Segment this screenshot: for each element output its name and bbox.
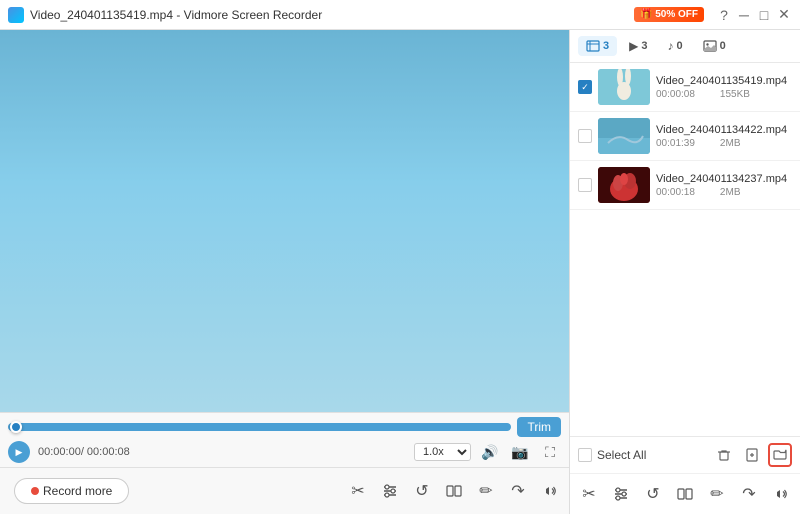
select-all-checkbox[interactable] xyxy=(578,448,592,462)
r-flip-tool[interactable]: ↷ xyxy=(736,480,762,508)
tab-video[interactable]: 3 xyxy=(578,36,617,56)
file-meta-2: 00:01:39 2MB xyxy=(656,138,792,149)
folder-icon[interactable] xyxy=(768,443,792,467)
r-split-tool[interactable] xyxy=(672,480,698,508)
tab-image[interactable]: 0 xyxy=(695,36,734,56)
file-name-2: Video_240401134422.mp4 xyxy=(656,124,792,136)
camera-button[interactable]: 📷 xyxy=(509,441,531,463)
file-name-1: Video_240401135419.mp4 xyxy=(656,75,792,87)
split-icon[interactable] xyxy=(441,478,467,504)
tab-play-count: 3 xyxy=(641,40,647,52)
video-area xyxy=(0,30,569,412)
maximize-button[interactable]: □ xyxy=(756,7,772,23)
trim-row: Trim xyxy=(8,417,561,437)
tab-audio-icon: ♪ xyxy=(667,39,673,53)
left-panel: Trim ▶ 00:00:00/ 00:00:08 1.0x 0.5x 0.75… xyxy=(0,30,570,514)
media-tabs: 3 ▶ 3 ♪ 0 0 xyxy=(570,30,800,63)
audio-icon[interactable] xyxy=(537,478,563,504)
rotate-icon[interactable]: ↺ xyxy=(409,478,435,504)
file-item[interactable]: ✓ Video_240401135419.mp4 00:00:08 155KB xyxy=(570,63,800,112)
progress-thumb[interactable] xyxy=(10,421,22,433)
cut-icon[interactable]: ✂ xyxy=(345,478,371,504)
tab-image-count: 0 xyxy=(720,40,726,52)
main-container: Trim ▶ 00:00:00/ 00:00:08 1.0x 0.5x 0.75… xyxy=(0,30,800,514)
file-checkbox-1[interactable]: ✓ xyxy=(578,80,592,94)
action-icons xyxy=(712,443,792,467)
right-bottom: Select All ✂ xyxy=(570,436,800,514)
file-item-2[interactable]: Video_240401134422.mp4 00:01:39 2MB xyxy=(570,112,800,161)
edit-icon[interactable]: ✏ xyxy=(473,478,499,504)
tab-play-icon: ▶ xyxy=(629,39,638,53)
r-audio-tool[interactable] xyxy=(768,480,794,508)
file-list: ✓ Video_240401135419.mp4 00:00:08 155KB … xyxy=(570,63,800,436)
video-preview xyxy=(0,30,569,412)
right-panel: 3 ▶ 3 ♪ 0 0 ✓ Vi xyxy=(570,30,800,514)
speed-select[interactable]: 1.0x 0.5x 0.75x 1.25x 1.5x 2.0x xyxy=(414,443,471,461)
select-all-label[interactable]: Select All xyxy=(578,448,646,462)
app-icon xyxy=(8,7,24,23)
file-item-3[interactable]: Video_240401134237.mp4 00:00:18 2MB xyxy=(570,161,800,210)
tab-video-count: 3 xyxy=(603,40,609,52)
file-checkbox-2[interactable] xyxy=(578,129,592,143)
r-edit-tool[interactable]: ✏ xyxy=(704,480,730,508)
r-cut-tool[interactable]: ✂ xyxy=(576,480,602,508)
trim-button[interactable]: Trim xyxy=(517,417,561,437)
tab-audio-count: 0 xyxy=(676,40,682,52)
bottom-row: Record more ✂ ↺ ✏ ↷ xyxy=(0,467,569,514)
fullscreen-button[interactable]: ⛶ xyxy=(539,441,561,463)
playback-row: ▶ 00:00:00/ 00:00:08 1.0x 0.5x 0.75x 1.2… xyxy=(8,441,561,463)
r-rotate-tool[interactable]: ↺ xyxy=(640,480,666,508)
file-thumb-2 xyxy=(598,118,650,154)
file-name-3: Video_240401134237.mp4 xyxy=(656,173,792,185)
right-toolbar: ✂ ↺ ✏ ↷ xyxy=(570,474,800,514)
volume-button[interactable]: 🔊 xyxy=(479,441,501,463)
toolbar-icons: ✂ ↺ ✏ ↷ xyxy=(345,478,563,504)
promo-badge[interactable]: 🎁 50% OFF xyxy=(634,7,704,22)
record-more-button[interactable]: Record more xyxy=(14,478,129,504)
tab-play[interactable]: ▶ 3 xyxy=(621,36,655,56)
controls-bar: Trim ▶ 00:00:00/ 00:00:08 1.0x 0.5x 0.75… xyxy=(0,412,569,467)
help-button[interactable]: ? xyxy=(716,7,732,23)
r-adjust-tool[interactable] xyxy=(608,480,634,508)
file-info-1: Video_240401135419.mp4 00:00:08 155KB xyxy=(656,75,792,100)
time-display: 00:00:00/ 00:00:08 xyxy=(38,446,130,458)
file-info-3: Video_240401134237.mp4 00:00:18 2MB xyxy=(656,173,792,198)
tab-audio[interactable]: ♪ 0 xyxy=(659,36,690,56)
file-meta-3: 00:00:18 2MB xyxy=(656,187,792,198)
minimize-button[interactable]: ─ xyxy=(736,7,752,23)
delete-icon[interactable] xyxy=(712,443,736,467)
play-button[interactable]: ▶ xyxy=(8,441,30,463)
window-title: Video_240401135419.mp4 - Vidmore Screen … xyxy=(30,8,322,22)
close-button[interactable]: ✕ xyxy=(776,7,792,23)
file-info-2: Video_240401134422.mp4 00:01:39 2MB xyxy=(656,124,792,149)
title-bar: Video_240401135419.mp4 - Vidmore Screen … xyxy=(0,0,800,30)
adjust-icon[interactable] xyxy=(377,478,403,504)
record-dot xyxy=(31,487,39,495)
flip-icon[interactable]: ↷ xyxy=(505,478,531,504)
file-meta-1: 00:00:08 155KB xyxy=(656,89,792,100)
file-thumb-1 xyxy=(598,69,650,105)
file-checkbox-3[interactable] xyxy=(578,178,592,192)
select-all-row: Select All xyxy=(570,437,800,474)
progress-track[interactable] xyxy=(8,423,511,431)
file-thumb-3 xyxy=(598,167,650,203)
import-icon[interactable] xyxy=(740,443,764,467)
